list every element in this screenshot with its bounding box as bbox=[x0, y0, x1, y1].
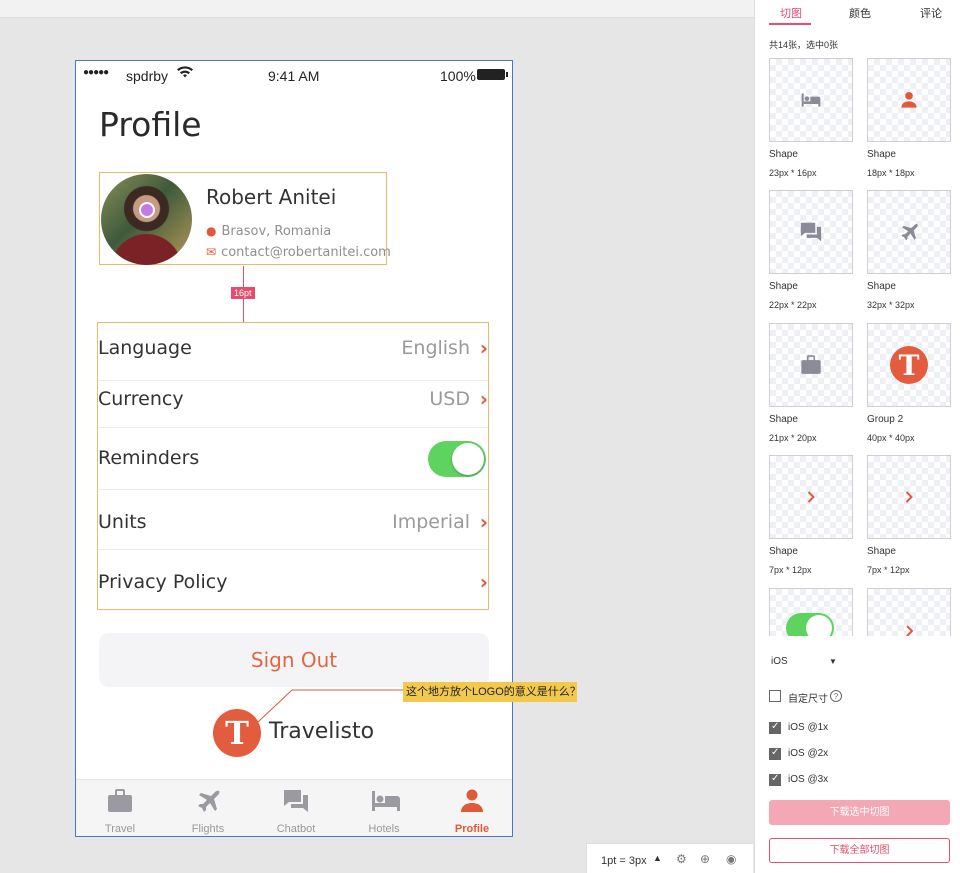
scale-3x-label: iOS @3x bbox=[788, 774, 829, 785]
tab-chatbot[interactable]: Chatbot bbox=[252, 780, 340, 836]
asset-thumbnail[interactable] bbox=[867, 455, 951, 539]
toggle-icon bbox=[786, 613, 834, 636]
asset-thumbnail[interactable] bbox=[769, 323, 853, 407]
scale-2x-checkbox[interactable] bbox=[769, 747, 781, 760]
download-all-button[interactable]: 下载全部切图 bbox=[769, 838, 950, 863]
annotation-connector bbox=[257, 689, 403, 723]
assets-panel: 切图 颜色 评论 共14张，选中0张 Shape 23px * 16px Sha… bbox=[754, 0, 960, 873]
asset-name: Group 2 bbox=[867, 414, 904, 425]
asset-name: Shape bbox=[867, 281, 896, 292]
caret-down-icon: ▼ bbox=[829, 657, 837, 666]
help-icon[interactable]: ? bbox=[830, 690, 842, 702]
asset-size: 23px * 16px bbox=[769, 168, 817, 178]
platform-select[interactable]: iOS ▼ bbox=[771, 656, 837, 667]
zoom-level[interactable]: 1pt = 3px bbox=[601, 855, 647, 867]
asset-size: 7px * 12px bbox=[769, 565, 812, 575]
person-icon bbox=[461, 789, 483, 812]
bed-icon bbox=[801, 93, 821, 107]
bed-icon bbox=[372, 791, 400, 811]
asset-size: 22px * 22px bbox=[769, 300, 817, 310]
tab-bar: Travel Flights Chatbot Hotels Profile bbox=[76, 779, 512, 836]
airplane-icon bbox=[901, 223, 918, 241]
scale-3x-checkbox[interactable] bbox=[769, 773, 781, 786]
settings-gear-icon[interactable]: ⚙ bbox=[676, 852, 687, 866]
chat-icon bbox=[284, 790, 308, 812]
person-icon bbox=[901, 92, 917, 108]
tab-label: Chatbot bbox=[276, 823, 316, 835]
asset-thumbnail[interactable] bbox=[769, 58, 853, 142]
custom-size-checkbox[interactable] bbox=[769, 690, 781, 702]
tab-flights[interactable]: Flights bbox=[164, 780, 252, 836]
asset-name: Shape bbox=[769, 546, 798, 557]
scale-1x-label: iOS @1x bbox=[788, 722, 829, 733]
chevron-right-icon bbox=[807, 491, 815, 503]
asset-thumbnail[interactable] bbox=[769, 455, 853, 539]
asset-size: 21px * 20px bbox=[769, 433, 817, 443]
asset-size: 32px * 32px bbox=[867, 300, 915, 310]
caret-up-icon[interactable]: ▲ bbox=[653, 853, 662, 863]
chevron-right-icon bbox=[906, 625, 913, 636]
asset-name: Shape bbox=[769, 281, 798, 292]
briefcase-icon bbox=[801, 355, 821, 374]
asset-thumbnail[interactable]: T bbox=[867, 323, 951, 407]
asset-size: 7px * 12px bbox=[867, 565, 910, 575]
asset-grid: Shape 23px * 16px Shape 18px * 18px Shap… bbox=[755, 56, 960, 636]
asset-thumbnail[interactable] bbox=[867, 588, 951, 636]
asset-size: 40px * 40px bbox=[867, 433, 915, 443]
chat-icon bbox=[800, 222, 822, 242]
asset-count: 共14张，选中0张 bbox=[769, 40, 839, 50]
custom-size-label: 自定尺寸 bbox=[788, 694, 828, 705]
download-selected-button[interactable]: 下载选中切图 bbox=[769, 800, 950, 825]
asset-name: Shape bbox=[867, 546, 896, 557]
chevron-right-icon bbox=[905, 491, 913, 503]
asset-name: Shape bbox=[769, 414, 798, 425]
tab-slices[interactable]: 切图 bbox=[780, 5, 802, 21]
asset-thumbnail[interactable] bbox=[867, 190, 951, 274]
active-tab-underline bbox=[769, 23, 811, 25]
asset-size: 18px * 18px bbox=[867, 168, 915, 178]
tab-label: Travel bbox=[104, 823, 136, 835]
tab-profile[interactable]: Profile bbox=[428, 780, 512, 836]
asset-thumbnail[interactable] bbox=[867, 58, 951, 142]
eye-icon[interactable]: ◉ bbox=[726, 852, 736, 866]
tab-label: Profile bbox=[454, 823, 490, 835]
asset-name: Shape bbox=[867, 149, 896, 160]
panel-tabs: 切图 颜色 评论 bbox=[755, 0, 960, 26]
platform-value: iOS bbox=[771, 656, 788, 667]
tab-label: Hotels bbox=[368, 823, 400, 835]
tab-travel[interactable]: Travel bbox=[76, 780, 164, 836]
tab-label: Flights bbox=[191, 823, 225, 835]
briefcase-icon bbox=[108, 789, 132, 812]
asset-thumbnail[interactable] bbox=[769, 588, 853, 636]
scale-2x-label: iOS @2x bbox=[788, 748, 829, 759]
asset-thumbnail[interactable] bbox=[769, 190, 853, 274]
tab-colors[interactable]: 颜色 bbox=[849, 5, 871, 21]
zoom-in-icon[interactable]: ⊕ bbox=[700, 852, 710, 866]
airplane-icon bbox=[198, 790, 220, 812]
logo-icon: T bbox=[890, 346, 928, 384]
svg-text:T: T bbox=[899, 349, 920, 382]
tab-hotels[interactable]: Hotels bbox=[340, 780, 428, 836]
annotation-note[interactable]: 这个地方放个LOGO的意义是什么？ bbox=[403, 682, 577, 702]
scale-1x-checkbox[interactable] bbox=[769, 721, 781, 734]
asset-name: Shape bbox=[769, 149, 798, 160]
tab-comments[interactable]: 评论 bbox=[920, 5, 942, 21]
zoom-bar: 1pt = 3px ▲ ⚙ ⊕ ◉ bbox=[586, 843, 753, 873]
